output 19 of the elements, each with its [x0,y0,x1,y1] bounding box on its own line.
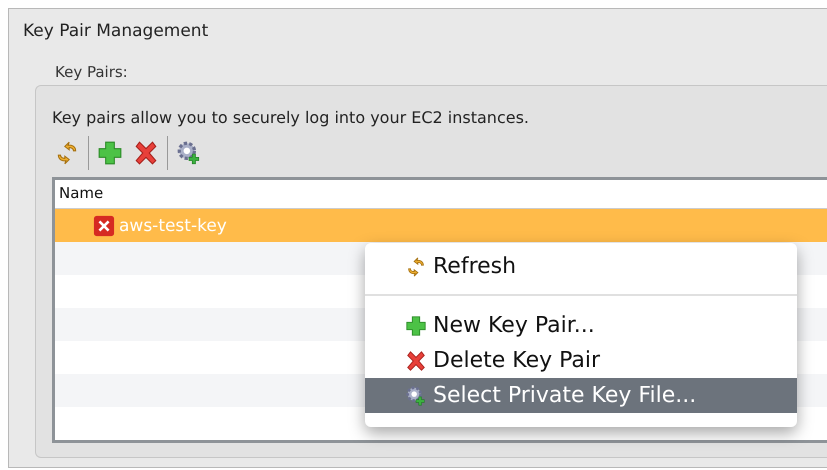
panel-title: Key Pair Management [23,21,210,41]
x-icon [405,350,427,372]
plus-icon [405,314,427,336]
menu-item-label: Refresh [433,254,516,279]
gear-plus-icon [176,140,202,166]
x-icon [133,140,159,166]
gear-plus-icon [405,384,427,406]
refresh-icon [405,256,427,278]
plus-icon [97,140,123,166]
error-key-icon [93,214,115,236]
group-label: Key Pairs: [55,63,129,81]
key-name: aws-test-key [119,216,227,236]
menu-item[interactable]: Refresh [365,249,797,284]
menu-item[interactable]: Delete Key Pair [365,343,797,378]
menu-item-label: Delete Key Pair [433,348,600,373]
description-text: Key pairs allow you to securely log into your EC2 instances. [52,108,530,127]
menu-item-label: New Key Pair... [433,313,595,338]
menu-item-label: Select Private Key File... [433,383,696,408]
menu-item[interactable]: Select Private Key File... [365,378,797,413]
